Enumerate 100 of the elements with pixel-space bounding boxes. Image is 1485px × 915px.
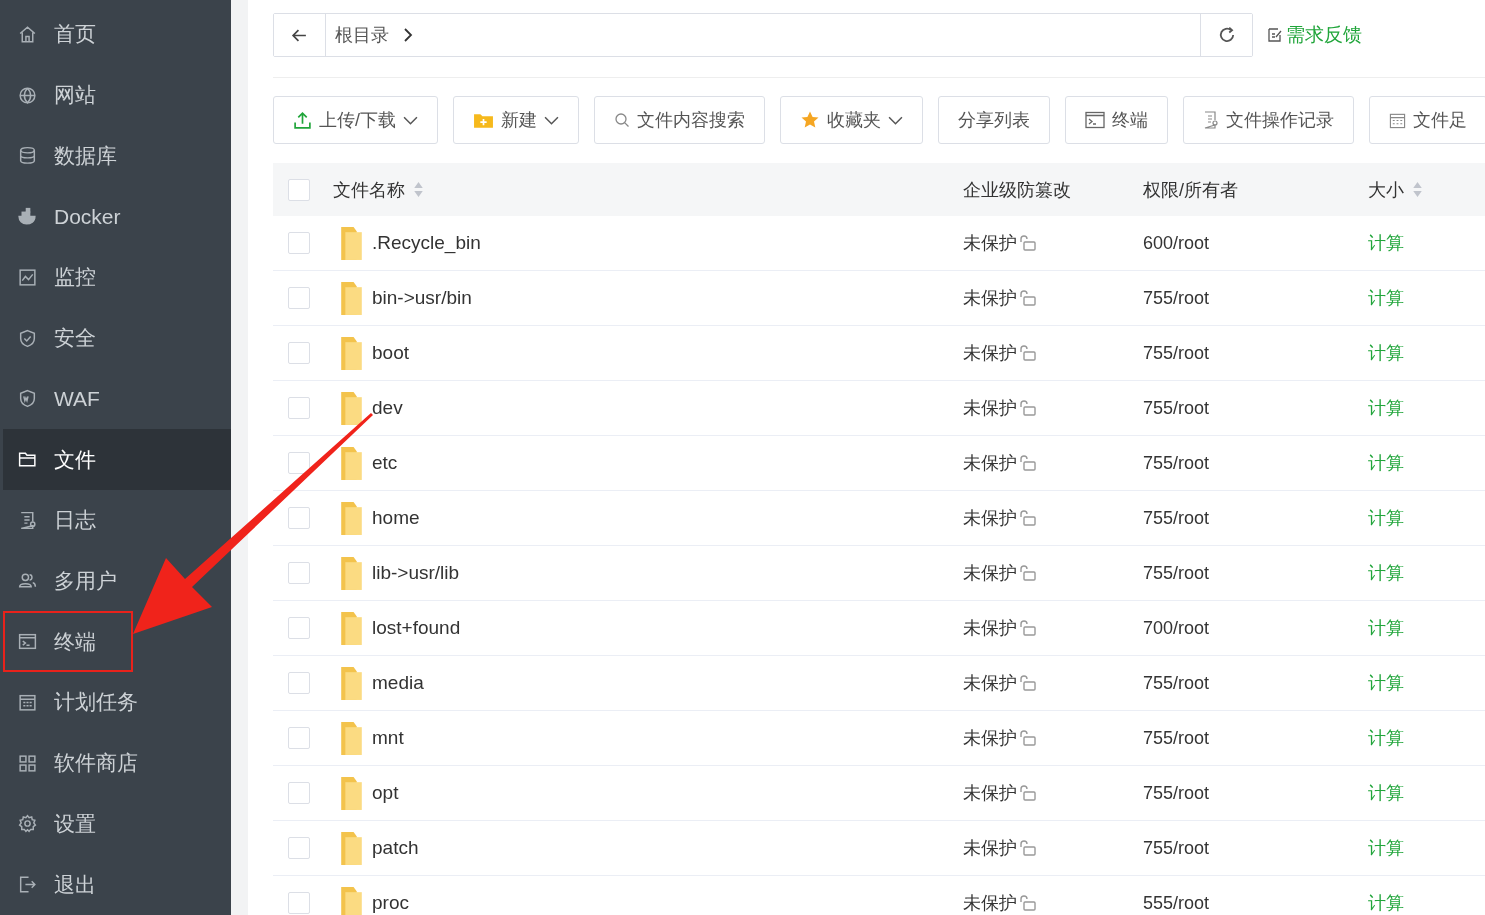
protection-status: 未保护 (963, 342, 1017, 365)
permissions-owner: 755/root (1143, 562, 1210, 584)
row-checkbox[interactable] (288, 287, 310, 309)
unlocked-padlock-icon[interactable] (1019, 509, 1037, 527)
permissions-owner: 755/root (1143, 837, 1210, 859)
shield-icon (17, 327, 38, 349)
caret-icon (888, 115, 903, 125)
toolbar-button[interactable]: 分享列表 (938, 96, 1050, 144)
row-checkbox[interactable] (288, 672, 310, 694)
unlocked-padlock-icon[interactable] (1019, 564, 1037, 582)
sidebar-item[interactable]: 设置 (3, 793, 133, 855)
row-checkbox[interactable] (288, 892, 310, 914)
calculate-size-link[interactable]: 计算 (1368, 341, 1404, 365)
row-checkbox[interactable] (288, 397, 310, 419)
sidebar-item[interactable]: WAF (3, 368, 133, 430)
sidebar-item[interactable]: 多用户 (3, 550, 133, 612)
toolbar-button[interactable]: 文件操作记录 (1183, 96, 1354, 144)
file-name[interactable]: dev (372, 397, 403, 419)
sidebar-item[interactable]: 监控 (3, 246, 133, 308)
unlocked-padlock-icon[interactable] (1019, 289, 1037, 307)
sidebar-item[interactable]: 文件 (3, 429, 231, 490)
column-header[interactable]: 文件名称 (333, 177, 405, 202)
unlocked-padlock-icon[interactable] (1019, 894, 1037, 912)
toolbar-button[interactable]: 终端 (1065, 96, 1168, 144)
file-name[interactable]: mnt (372, 727, 404, 749)
sidebar-item[interactable]: 数据库 (3, 125, 133, 187)
refresh-button[interactable] (1200, 14, 1252, 56)
calculate-size-link[interactable]: 计算 (1368, 726, 1404, 750)
sidebar-item[interactable]: 安全 (3, 307, 133, 369)
protection-status: 未保护 (963, 232, 1017, 255)
file-name[interactable]: opt (372, 782, 399, 804)
row-checkbox[interactable] (288, 617, 310, 639)
calculate-size-link[interactable]: 计算 (1368, 671, 1404, 695)
calculate-size-link[interactable]: 计算 (1368, 836, 1404, 860)
unlocked-padlock-icon[interactable] (1019, 344, 1037, 362)
caret-icon (403, 115, 418, 125)
file-name[interactable]: proc (372, 892, 409, 914)
calculate-size-link[interactable]: 计算 (1368, 231, 1404, 255)
permissions-owner: 755/root (1143, 452, 1210, 474)
row-checkbox[interactable] (288, 342, 310, 364)
toolbar-button[interactable]: 文件足 (1369, 96, 1485, 144)
file-name[interactable]: patch (372, 837, 419, 859)
toolbar-button[interactable]: 收藏夹 (780, 96, 923, 144)
toolbar-button[interactable]: 文件内容搜索 (594, 96, 765, 144)
calendar-icon (1389, 111, 1406, 129)
sidebar-item[interactable]: 日志 (3, 489, 133, 551)
calculate-size-link[interactable]: 计算 (1368, 451, 1404, 475)
column-header[interactable]: 大小 (1368, 177, 1404, 202)
protection-status: 未保护 (963, 507, 1017, 530)
unlocked-padlock-icon[interactable] (1019, 234, 1037, 252)
sidebar-item[interactable]: 退出 (3, 854, 133, 915)
calculate-size-link[interactable]: 计算 (1368, 891, 1404, 915)
file-name[interactable]: home (372, 507, 420, 529)
protection-status: 未保护 (963, 727, 1017, 750)
caret-icon (544, 115, 559, 125)
row-checkbox[interactable] (288, 452, 310, 474)
calculate-size-link[interactable]: 计算 (1368, 561, 1404, 585)
row-checkbox[interactable] (288, 782, 310, 804)
row-checkbox[interactable] (288, 232, 310, 254)
row-checkbox[interactable] (288, 727, 310, 749)
permissions-owner: 555/root (1143, 892, 1210, 914)
sidebar-item[interactable]: 首页 (3, 4, 133, 65)
unlocked-padlock-icon[interactable] (1019, 839, 1037, 857)
sidebar-item[interactable]: 网站 (3, 64, 133, 126)
file-name[interactable]: bin->usr/bin (372, 287, 472, 309)
calculate-size-link[interactable]: 计算 (1368, 286, 1404, 310)
file-name[interactable]: media (372, 672, 424, 694)
file-name[interactable]: boot (372, 342, 409, 364)
unlocked-padlock-icon[interactable] (1019, 729, 1037, 747)
file-name[interactable]: lost+found (372, 617, 461, 639)
sort-icon[interactable] (1412, 181, 1423, 198)
file-name[interactable]: lib->usr/lib (372, 562, 460, 584)
row-checkbox[interactable] (288, 562, 310, 584)
back-button[interactable] (274, 14, 326, 56)
calculate-size-link[interactable]: 计算 (1368, 781, 1404, 805)
breadcrumb[interactable]: 根目录 (326, 14, 389, 56)
calculate-size-link[interactable]: 计算 (1368, 616, 1404, 640)
unlocked-padlock-icon[interactable] (1019, 784, 1037, 802)
sort-icon[interactable] (413, 181, 424, 198)
file-name[interactable]: etc (372, 452, 398, 474)
toolbar-button[interactable]: 新建 (453, 96, 579, 144)
unlocked-padlock-icon[interactable] (1019, 399, 1037, 417)
row-checkbox[interactable] (288, 507, 310, 529)
calculate-size-link[interactable]: 计算 (1368, 396, 1404, 420)
folder-icon (339, 665, 364, 701)
calculate-size-link[interactable]: 计算 (1368, 506, 1404, 530)
refresh-icon (1217, 26, 1236, 44)
file-name[interactable]: .Recycle_bin (372, 232, 481, 254)
sidebar-item[interactable]: 终端 (3, 611, 133, 673)
sidebar-item[interactable]: Docker (3, 186, 133, 247)
select-all-checkbox[interactable] (288, 178, 310, 201)
toolbar-button[interactable]: 上传/下载 (273, 96, 438, 144)
permissions-owner: 755/root (1143, 782, 1210, 804)
protection-status: 未保护 (963, 562, 1017, 585)
protection-status: 未保护 (963, 672, 1017, 695)
row-checkbox[interactable] (288, 837, 310, 859)
unlocked-padlock-icon[interactable] (1019, 619, 1037, 637)
unlocked-padlock-icon[interactable] (1019, 454, 1037, 472)
protection-status: 未保护 (963, 837, 1017, 860)
unlocked-padlock-icon[interactable] (1019, 674, 1037, 692)
